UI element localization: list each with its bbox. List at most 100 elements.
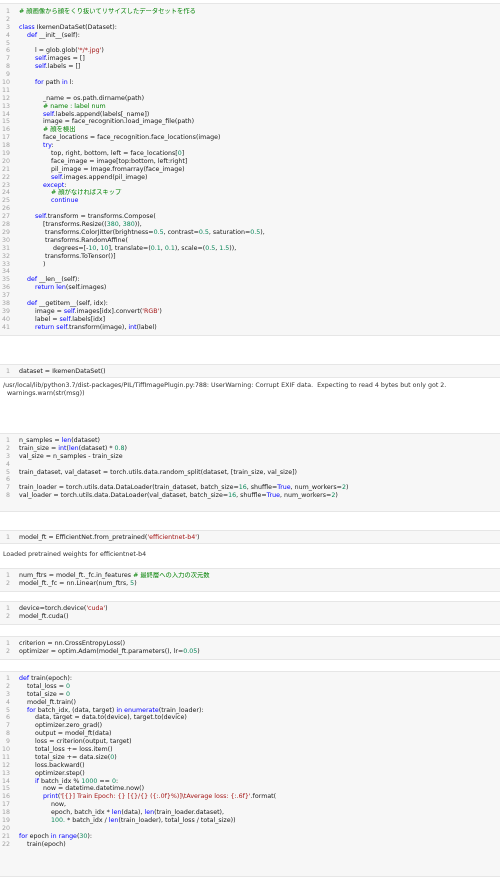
line-number: 10: [1, 79, 10, 87]
code-token: l:: [67, 79, 74, 87]
line-number: 10: [1, 746, 10, 754]
code-line: 3 class IkemenDataSet(Dataset):: [0, 24, 500, 32]
code-token: train(epoch):: [29, 675, 72, 682]
code-cell-load-model[interactable]: 1 model_ft = EfficientNet.from_pretrained…: [0, 530, 500, 544]
code-text: criterion = nn.CrossEntropyLoss(): [19, 640, 498, 648]
code-line: 5: [0, 40, 500, 48]
number-token: 16: [238, 484, 247, 492]
code-text: label = self.labels[idx]: [19, 316, 498, 324]
code-text: [transforms.Resize((380, 380)),: [19, 221, 498, 229]
code-token: ): [124, 444, 127, 452]
line-number: 40: [1, 315, 10, 323]
keyword-token: for: [35, 79, 44, 87]
line-number: 20: [1, 157, 10, 165]
code-token: train_dataset, val_dataset = torch.utils…: [19, 468, 298, 476]
code-text: _name = os.path.dirname(path): [19, 95, 498, 103]
code-text: optimizer.zero_grad(): [19, 722, 498, 730]
line-number: 1: [5, 368, 10, 375]
code-cell-create-dataset[interactable]: 1 dataset = IkemenDataSet(): [0, 364, 500, 378]
code-line: 6 l = glob.glob('*/*.jpg'): [0, 47, 500, 55]
code-text: train_dataset, val_dataset = torch.utils…: [19, 469, 498, 477]
pretrained-output: Loaded pretrained weights for efficientn…: [3, 551, 147, 558]
code-token: )),: [229, 244, 237, 252]
code-text: # name : label num: [19, 103, 498, 111]
code-token: , num_workers=: [280, 492, 332, 500]
code-line: 1 model_ft = EfficientNet.from_pretrained…: [0, 534, 500, 542]
code-text: output = model_ft(data): [19, 730, 498, 738]
code-token: __len__(self):: [37, 276, 80, 284]
line-number: 4: [5, 698, 10, 706]
code-token: model_ft = EfficientNet.from_pretrained(: [19, 534, 148, 541]
code-token: num_ftrs = model_ft._fc.in_features: [19, 572, 134, 579]
keyword-token: self: [35, 213, 46, 221]
code-line: 2 train_size = int(len(dataset) * 0.8): [0, 445, 500, 453]
code-line: 38 def __getitem__(self, idx):: [0, 300, 500, 308]
line-number: 11: [1, 753, 10, 761]
code-text: continue: [19, 197, 498, 205]
keyword-token: self: [59, 315, 71, 323]
code-token: val_size = n_samples - train_size: [19, 452, 123, 460]
code-token: face_image = image[top:bottom, left:righ…: [19, 157, 188, 165]
code-cell-train-loop[interactable]: 1 def train(epoch): 2 total_loss = 03 tota…: [0, 671, 500, 877]
code-line: 11 total_size += data.size(0): [0, 754, 500, 762]
code-token: IkemenDataSet(Dataset):: [34, 23, 117, 31]
code-line: 8 output = model_ft(data): [0, 730, 500, 738]
code-text: image = face_recognition.load_image_file…: [19, 118, 498, 126]
string-token: '*/*.jpg': [77, 47, 102, 55]
number-token: 380: [122, 221, 135, 229]
code-cell-replace-fc[interactable]: 1 num_ftrs = model_ft._fc.in_features # 最…: [0, 568, 500, 592]
code-cell-data-loaders[interactable]: 1 n_samples = len(dataset) 2 train_size = i…: [0, 433, 500, 512]
code-token: .labels = []: [45, 63, 81, 71]
code-text: class IkemenDataSet(Dataset):: [19, 24, 498, 32]
code-text: data, target = data.to(device), target.t…: [19, 714, 498, 722]
line-number: 2: [5, 647, 10, 655]
code-token: optimizer = optim.Adam(model_ft.paramete…: [19, 647, 184, 655]
code-line: 8 self.labels = []: [0, 63, 500, 71]
code-token: (train_loader):: [158, 706, 204, 714]
code-token: ): [196, 534, 200, 541]
code-line: 24 # 顔がなければスキップ: [0, 189, 500, 197]
line-number: 23: [1, 181, 10, 189]
code-token: .images.append(pil_image): [61, 173, 148, 181]
code-cell-device[interactable]: 1 device=torch.device('cuda') 2 model_ft.cu…: [0, 601, 500, 625]
code-line: 6: [0, 476, 500, 484]
code-token: .labels[idx]: [70, 315, 106, 323]
keyword-token: return: [35, 284, 55, 292]
code-token: l = glob.glob(: [19, 47, 78, 55]
code-line: 30 transforms.RandomAffine(: [0, 237, 500, 245]
comment-token: # name : label num: [43, 102, 106, 110]
code-token: .images = []: [45, 55, 85, 63]
keyword-token: len: [68, 444, 79, 452]
code-text: def __init__(self):: [19, 32, 498, 40]
line-number: 33: [1, 260, 10, 268]
code-line: 41 return self.transform(image), int(lab…: [0, 324, 500, 332]
line-number: 4: [5, 460, 10, 468]
code-token: , num_workers=: [290, 484, 342, 492]
line-number: 3: [5, 452, 10, 460]
code-text: def __len__(self):: [19, 276, 498, 284]
code-line: 20: [0, 825, 500, 833]
code-cell-dataset-class[interactable]: 1 # 顔画像から顔をくり抜いてリサイズしたデータセットを作る 2 3 class Ik…: [0, 3, 500, 336]
code-token: epoch: [27, 832, 51, 840]
code-text: now = datetime.datetime.now(): [19, 785, 498, 793]
code-text: transforms.ToTensor()]: [19, 253, 498, 261]
code-text: def train(epoch):: [19, 675, 498, 683]
code-line: 12 loss.backward(): [0, 762, 500, 770]
code-token: (dataset): [71, 437, 100, 444]
code-token: dataset = IkemenDataSet(): [19, 368, 106, 375]
code-cell-optimizer[interactable]: 1 criterion = nn.CrossEntropyLoss() 2 optim…: [0, 636, 500, 660]
line-number: 13: [1, 102, 10, 110]
code-token: criterion = nn.CrossEntropyLoss(): [19, 640, 126, 647]
line-number: 19: [1, 150, 10, 158]
number-token: 1.5: [219, 244, 230, 252]
line-number: 37: [1, 292, 10, 300]
code-line: 33 ): [0, 261, 500, 269]
code-token: , shuffle=: [236, 492, 267, 500]
